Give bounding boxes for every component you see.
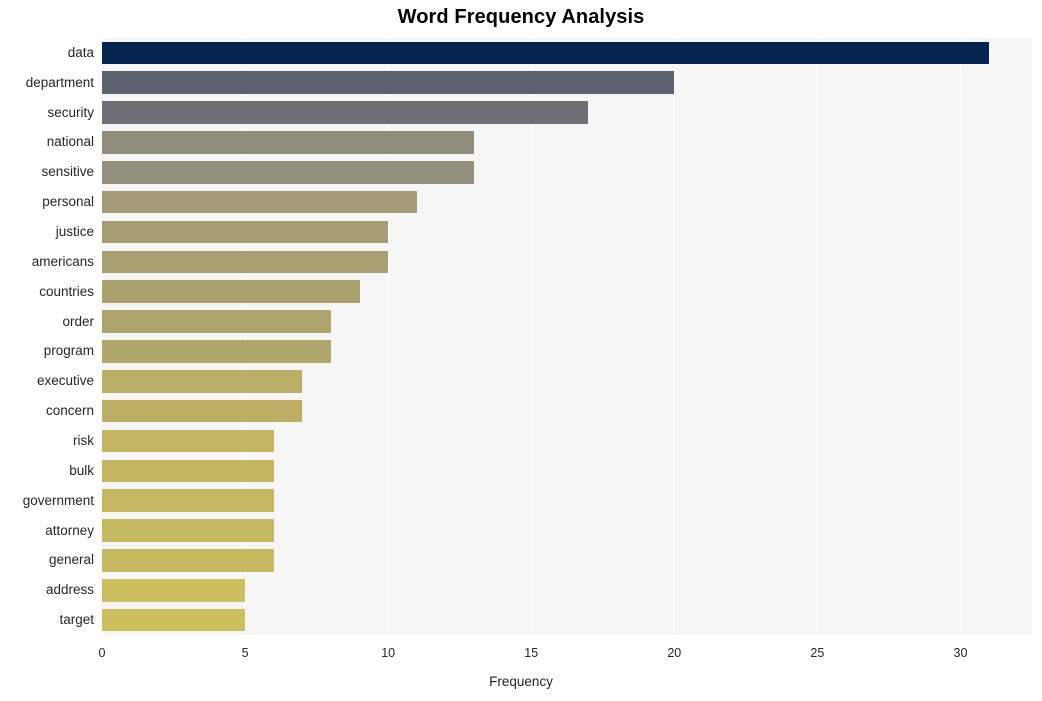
y-tick-label-address: address [45, 582, 94, 598]
x-tick-label-5: 5 [241, 646, 249, 660]
bar-executive[interactable] [102, 369, 303, 393]
bar-row [102, 128, 1032, 158]
chart-title: Word Frequency Analysis [397, 6, 645, 28]
y-tick-label-target: target [59, 612, 94, 628]
y-tick-label-concern: concern [45, 403, 94, 419]
bar-row [102, 337, 1032, 367]
y-tick-label-security: security [47, 104, 94, 120]
y-tick-label-personal: personal [42, 194, 94, 210]
y-tick-label-risk: risk [73, 432, 94, 448]
y-tick-label-attorney: attorney [45, 522, 94, 538]
x-tick-label-20: 20 [667, 646, 682, 660]
bar-row [102, 516, 1032, 546]
bar-personal[interactable] [102, 190, 417, 214]
y-tick-label-program: program [43, 343, 94, 359]
y-tick-label-executive: executive [36, 373, 94, 389]
y-tick-label-department: department [25, 74, 94, 90]
bar-target[interactable] [102, 608, 246, 632]
bar-row [102, 486, 1032, 516]
bar-row [102, 307, 1032, 337]
x-tick-label-25: 25 [810, 646, 825, 660]
bar-row [102, 98, 1032, 128]
bar-attorney[interactable] [102, 519, 274, 542]
y-tick-label-sensitive: sensitive [41, 164, 94, 180]
bar-government[interactable] [102, 489, 274, 512]
bar-row [102, 426, 1032, 456]
bar-national[interactable] [102, 131, 474, 154]
bar-row [102, 575, 1032, 605]
x-tick-label-0: 0 [98, 646, 106, 660]
bar-justice[interactable] [102, 220, 389, 244]
y-tick-label-general: general [48, 552, 94, 568]
bar-americans[interactable] [102, 250, 389, 274]
bar-row [102, 277, 1032, 307]
y-tick-label-justice: justice [55, 224, 94, 240]
bar-bulk[interactable] [102, 459, 274, 483]
plot-area [102, 38, 1032, 635]
y-tick-label-bulk: bulk [69, 462, 94, 478]
bar-general[interactable] [102, 549, 274, 572]
bar-sensitive[interactable] [102, 161, 474, 184]
bar-risk[interactable] [102, 429, 274, 453]
bar-data[interactable] [102, 41, 990, 65]
bar-countries[interactable] [102, 280, 360, 304]
x-axis-title: Frequency [489, 674, 553, 689]
bar-row [102, 247, 1032, 277]
bar-row [102, 545, 1032, 575]
bar-row [102, 38, 1032, 68]
bar-row [102, 456, 1032, 486]
bar-row [102, 157, 1032, 187]
word-frequency-bar-chart: Word Frequency Analysis data department se… [0, 0, 1042, 701]
bar-address[interactable] [102, 578, 246, 602]
bar-row [102, 187, 1032, 217]
y-tick-label-americans: americans [31, 253, 94, 269]
y-tick-label-countries: countries [39, 283, 94, 299]
x-tick-label-15: 15 [524, 646, 539, 660]
bar-security[interactable] [102, 101, 589, 124]
y-tick-label-order: order [62, 313, 94, 329]
bar-row [102, 366, 1032, 396]
bar-row [102, 396, 1032, 426]
x-tick-label-10: 10 [381, 646, 396, 660]
bar-program[interactable] [102, 340, 331, 363]
bar-order[interactable] [102, 310, 331, 333]
y-tick-label-data: data [67, 44, 94, 60]
bar-concern[interactable] [102, 399, 303, 423]
y-tick-label-national: national [46, 134, 94, 150]
bar-row [102, 68, 1032, 98]
y-tick-label-government: government [22, 492, 94, 508]
bar-row [102, 217, 1032, 247]
bar-department[interactable] [102, 71, 675, 95]
bar-row [102, 605, 1032, 635]
x-tick-label-30: 30 [953, 646, 968, 660]
